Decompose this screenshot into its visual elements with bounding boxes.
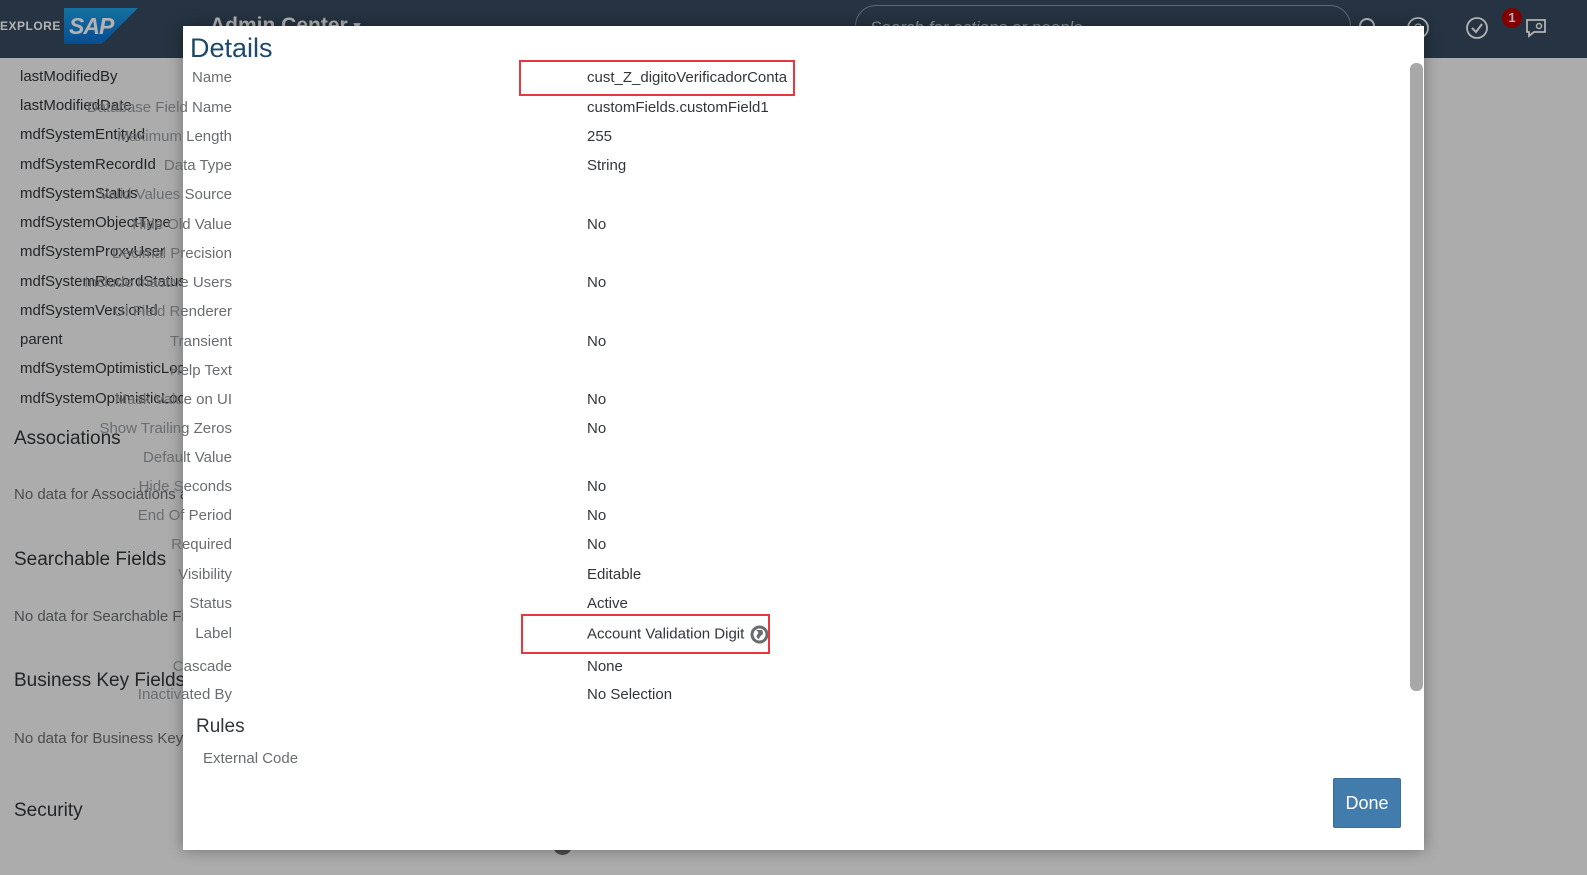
property-row-hide-old-value: Hide Old Value No (132, 216, 1083, 236)
property-value: 255 (587, 128, 613, 145)
highlight-box-name (519, 60, 795, 96)
property-label: Show Trailing Zeros (99, 420, 232, 437)
property-row-inactivated-by: Inactivated By No Selection (138, 686, 1083, 706)
property-row-maximum-length: Maximum Length 255 (117, 128, 1083, 148)
property-label: Label (195, 625, 232, 642)
dialog-scrollbar[interactable] (1410, 63, 1423, 691)
property-label: Data Type (163, 157, 232, 174)
property-label: Valid Values Source (99, 186, 232, 203)
property-value: No (587, 274, 607, 291)
property-row-decimal-precision: Decimal Precision (112, 245, 1083, 265)
property-label: Visibility (178, 566, 232, 583)
property-label: Database Field Name (86, 99, 232, 116)
property-value: No (587, 216, 607, 233)
property-value: Active (587, 595, 628, 612)
property-value: None (587, 658, 623, 675)
property-value: No (587, 333, 607, 350)
property-row-hide-seconds: Hide Seconds No (139, 478, 1083, 498)
property-label: Maximum Length (116, 128, 232, 145)
property-label: Help Text (169, 362, 232, 379)
property-label: Transient (170, 333, 232, 350)
property-label: Include Inactive Users (84, 274, 232, 291)
property-label: End Of Period (137, 507, 232, 524)
property-row-visibility: Visibility Editable (178, 566, 1083, 586)
property-value: No (587, 391, 607, 408)
property-row-transient: Transient No (170, 333, 1083, 353)
property-row-ui-field-renderer: UI Field Renderer (114, 303, 1083, 323)
property-value: String (587, 157, 627, 174)
highlight-box-label (521, 614, 770, 654)
property-label: Required (171, 536, 232, 553)
property-label: Name (191, 69, 232, 86)
property-label: Inactivated By (137, 686, 232, 703)
property-value: No (587, 507, 607, 524)
property-row-valid-values-source: Valid Values Source (99, 186, 1083, 206)
property-row-cascade: Cascade None (173, 658, 1083, 678)
property-label: Status (189, 595, 232, 612)
property-label: Decimal Precision (111, 245, 232, 262)
done-button[interactable]: Done (1333, 778, 1401, 828)
property-value: customFields.customField1 (587, 99, 769, 116)
property-row-include-inactive-users: Include Inactive Users No (84, 274, 1083, 294)
dialog-title: Details (190, 33, 273, 63)
property-value: Editable (587, 566, 642, 583)
property-label: Mask Value on UI (114, 391, 232, 408)
property-label: Hide Old Value (132, 216, 232, 233)
property-value: No Selection (587, 686, 673, 703)
property-label: Cascade (172, 658, 232, 675)
property-row-end-of-period: End Of Period No (138, 507, 1083, 527)
property-row-database-field-name: Database Field Name customFields.customF… (87, 99, 1083, 119)
property-row-default-value: Default Value (143, 449, 1083, 469)
property-label: Default Value (143, 449, 232, 466)
property-label: UI Field Renderer (113, 303, 232, 320)
property-value: No (587, 536, 607, 553)
property-row-mask-value-on-ui: Mask Value on UI No (115, 391, 1083, 411)
property-row-status: Status Active (183, 595, 1083, 615)
property-label: Hide Seconds (138, 478, 232, 495)
property-row-show-trailing-zeros: Show Trailing Zeros No (99, 420, 1083, 440)
property-row-help-text: Help Text (170, 362, 1083, 382)
rules-item: External Code (203, 750, 299, 767)
property-value: No (587, 478, 607, 495)
property-row-data-type: Data Type String (164, 157, 1083, 177)
rules-section-title: Rules (196, 716, 245, 737)
property-value: No (587, 420, 607, 437)
property-row-required: Required No (171, 536, 1083, 556)
details-dialog: Details Name cust_Z_digitoVerificadorCon… (84, 26, 1424, 850)
